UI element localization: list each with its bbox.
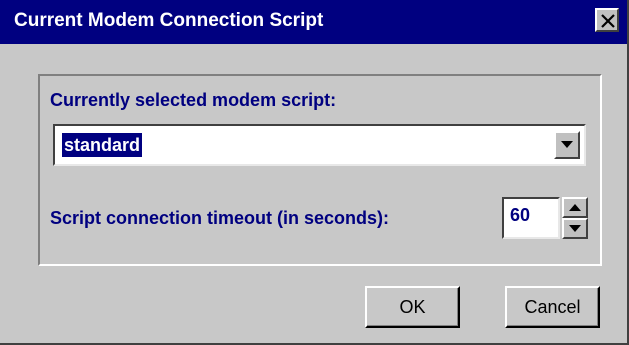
ok-button-label: OK (399, 297, 426, 317)
timeout-label: Script connection timeout (in seconds): (50, 208, 390, 228)
timeout-value[interactable]: 60 (510, 205, 530, 226)
title-bar[interactable]: Current Modem Connection Script (0, 0, 627, 44)
dialog-window: Current Modem Connection Script Currentl… (0, 0, 629, 345)
modem-script-selected-value[interactable]: standard (62, 133, 143, 157)
chevron-down-icon (569, 225, 581, 232)
window-title: Current Modem Connection Script (14, 10, 324, 31)
cancel-button[interactable]: Cancel (505, 286, 600, 328)
cancel-button-label: Cancel (524, 297, 581, 317)
timeout-decrement-button[interactable] (562, 218, 588, 239)
modem-script-dropdown[interactable]: standard (53, 124, 586, 166)
timeout-input[interactable]: 60 (502, 197, 560, 239)
dropdown-button[interactable] (554, 131, 580, 159)
close-button[interactable] (595, 8, 619, 32)
chevron-down-icon (561, 141, 573, 148)
chevron-up-icon (569, 204, 581, 211)
timeout-increment-button[interactable] (562, 197, 588, 218)
close-icon (601, 14, 615, 28)
modem-script-label: Currently selected modem script: (50, 90, 337, 110)
ok-button[interactable]: OK (365, 286, 460, 328)
